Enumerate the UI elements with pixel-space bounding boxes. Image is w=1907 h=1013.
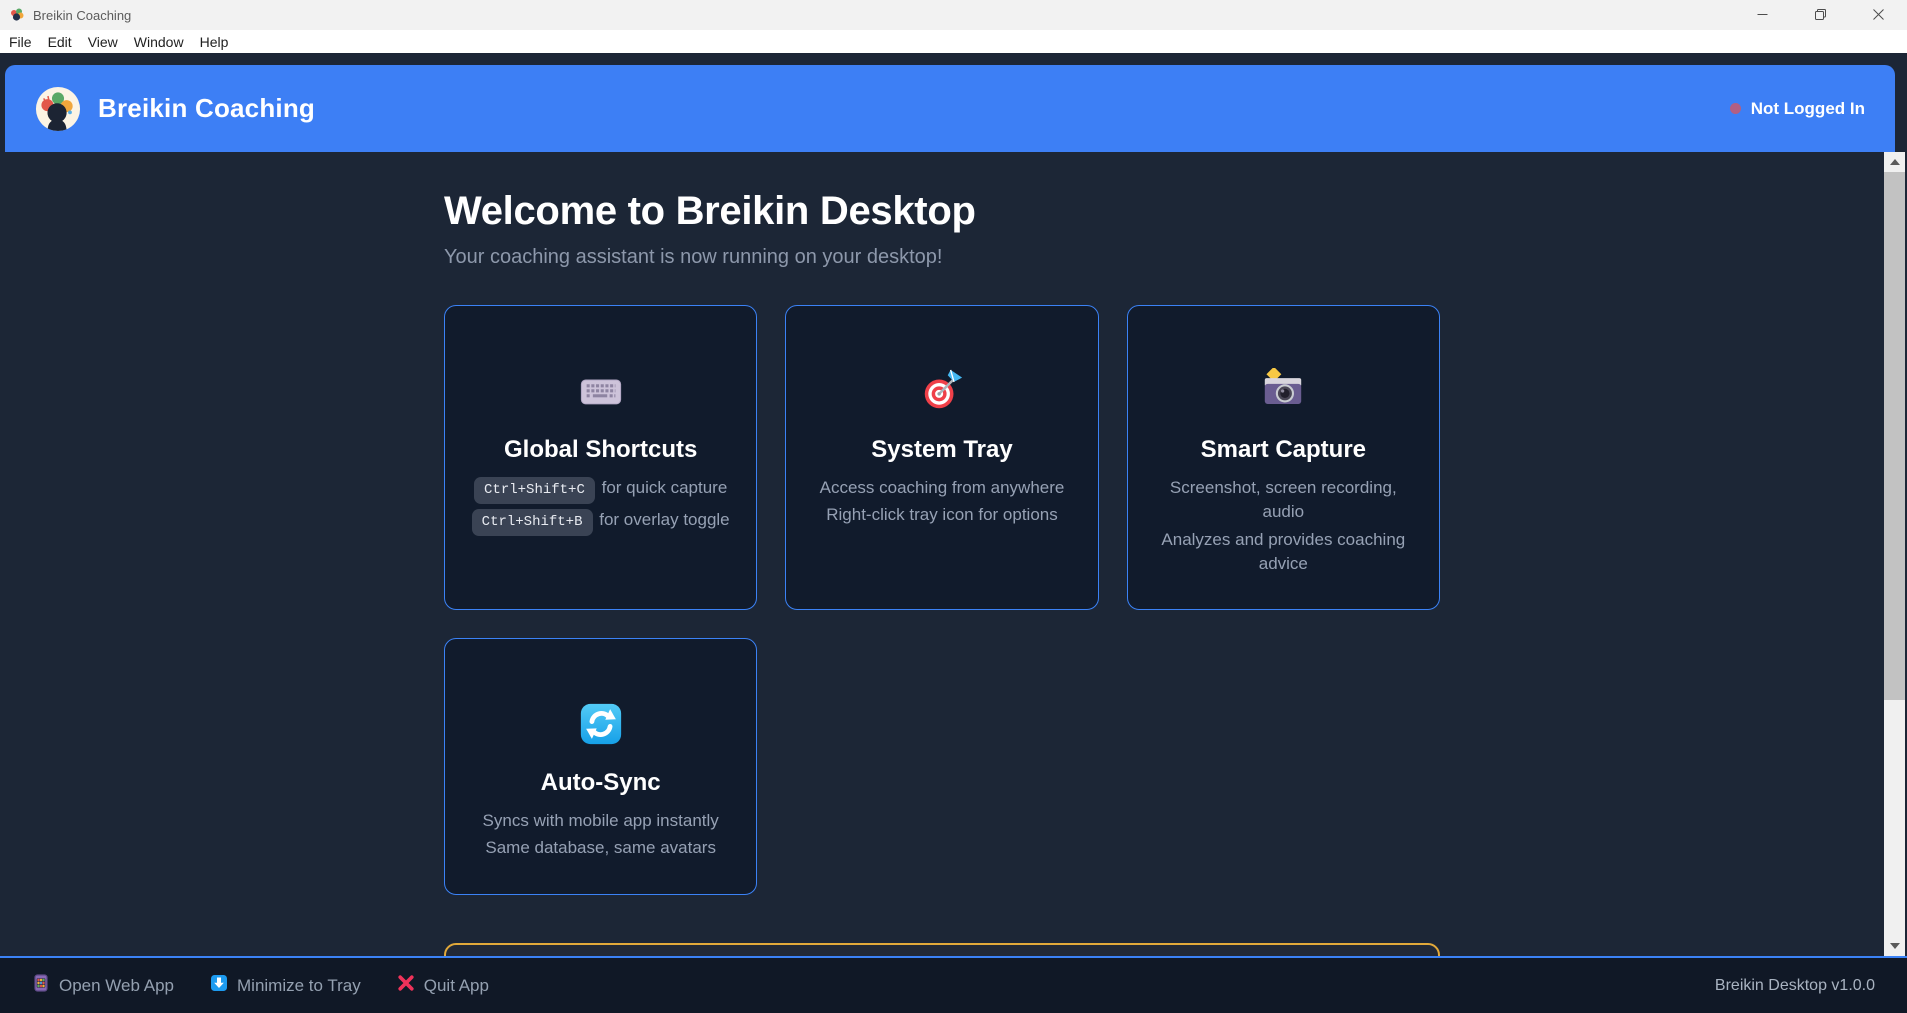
app-title: Breikin Coaching [98,93,315,124]
camera-icon [1150,368,1417,414]
status-dot-icon [1730,103,1741,114]
menu-edit[interactable]: Edit [40,32,80,52]
kbd-chip: Ctrl+Shift+C [474,477,595,504]
restore-icon [1815,8,1826,23]
scroll-viewport: Welcome to Breikin Desktop Your coaching… [0,152,1884,956]
target-icon [808,368,1075,414]
login-status-badge: Not Logged In [1730,99,1865,119]
breikin-logo-icon [35,86,81,132]
scroll-down-button[interactable] [1884,936,1905,956]
app-footer: Open Web App Minimize to Tray Quit App B… [0,956,1907,1013]
window-controls [1733,0,1907,30]
shortcut-line: Ctrl+Shift+C for quick capture [467,476,734,505]
card-line: Syncs with mobile app instantly [467,809,734,833]
main-scroll-area: Welcome to Breikin Desktop Your coaching… [0,152,1907,956]
keyboard-icon [467,368,734,414]
footer-button-label: Quit App [424,976,489,996]
card-smart-capture: Smart Capture Screenshot, screen recordi… [1127,305,1440,610]
footer-button-label: Open Web App [59,976,174,996]
open-web-app-button[interactable]: Open Web App [32,974,174,997]
sync-icon [467,701,734,747]
card-title: Smart Capture [1150,436,1417,464]
quit-app-button[interactable]: Quit App [397,974,489,997]
card-line: Screenshot, screen recording, audio [1150,476,1417,525]
titlebar: Breikin Coaching [0,0,1907,30]
footer-button-label: Minimize to Tray [237,976,361,996]
menu-view[interactable]: View [80,32,126,52]
card-line: Same database, same avatars [467,836,734,860]
scrollbar-thumb[interactable] [1884,172,1905,700]
menu-file[interactable]: File [1,32,40,52]
window-title: Breikin Coaching [33,8,131,23]
card-line: Access coaching from anywhere [808,476,1075,500]
quit-x-icon [397,974,415,997]
close-icon [1873,8,1884,23]
triangle-down-icon [1890,943,1900,949]
page-title: Welcome to Breikin Desktop [444,189,1440,234]
minimize-button[interactable] [1733,0,1791,30]
shortcut-text: for quick capture [602,478,728,497]
menubar: File Edit View Window Help [0,30,1907,53]
content-column: Welcome to Breikin Desktop Your coaching… [444,152,1440,956]
menu-window[interactable]: Window [126,32,192,52]
notice-panel-partial [444,943,1440,956]
app-content: Breikin Coaching Not Logged In Welcome t… [0,53,1907,1013]
app-header: Breikin Coaching Not Logged In [5,65,1895,152]
app-version: Breikin Desktop v1.0.0 [1715,977,1875,995]
minimize-to-tray-button[interactable]: Minimize to Tray [210,974,361,997]
abacus-icon [32,974,50,997]
card-title: Global Shortcuts [467,436,734,464]
card-auto-sync: Auto-Sync Syncs with mobile app instantl… [444,638,757,895]
restore-button[interactable] [1791,0,1849,30]
card-system-tray: System Tray Access coaching from anywher… [785,305,1098,610]
down-arrow-icon [210,974,228,997]
card-global-shortcuts: Global Shortcuts Ctrl+Shift+C for quick … [444,305,757,610]
close-button[interactable] [1849,0,1907,30]
feature-cards-grid: Global Shortcuts Ctrl+Shift+C for quick … [444,305,1440,895]
app-mini-logo-icon [9,7,25,23]
card-title: System Tray [808,436,1075,464]
card-title: Auto-Sync [467,769,734,797]
status-text: Not Logged In [1751,99,1865,119]
card-line: Analyzes and provides coaching advice [1150,528,1417,577]
menu-help[interactable]: Help [192,32,237,52]
page-subtitle: Your coaching assistant is now running o… [444,246,1440,269]
triangle-up-icon [1890,159,1900,165]
shortcut-text: for overlay toggle [599,510,729,529]
kbd-chip: Ctrl+Shift+B [472,509,593,536]
vertical-scrollbar[interactable] [1884,152,1905,956]
minimize-icon [1757,8,1768,23]
shortcut-line: Ctrl+Shift+B for overlay toggle [467,508,734,537]
scroll-up-button[interactable] [1884,152,1905,172]
card-line: Right-click tray icon for options [808,503,1075,527]
